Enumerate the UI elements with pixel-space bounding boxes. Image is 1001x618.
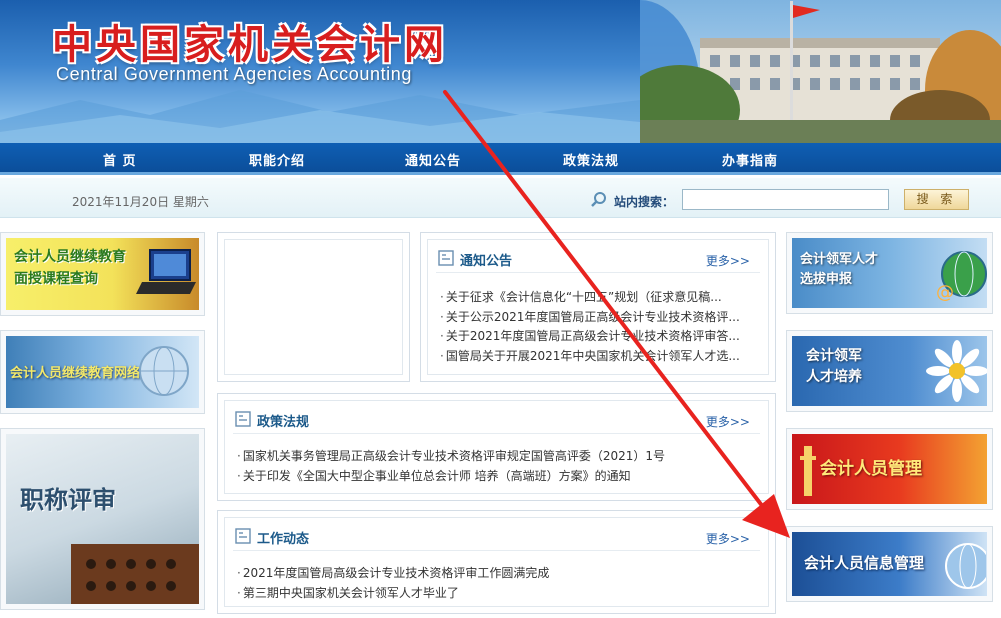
list-item[interactable]: 第三期中央国家机关会计领军人才毕业了 [237, 584, 767, 604]
more-link[interactable]: 更多>> [706, 413, 750, 430]
nav-guide[interactable]: 办事指南 [722, 150, 778, 169]
search-icon [591, 192, 606, 207]
policy-icon [235, 411, 251, 427]
panel-title: 工作动态 [257, 532, 310, 547]
nav-functions[interactable]: 职能介绍 [249, 150, 305, 169]
nav-policies[interactable]: 政策法规 [563, 150, 619, 169]
banner-text: 会计人员继续教育 面授课程查询 [14, 249, 126, 287]
banner-accountant-info-management[interactable]: 会计人员信息管理 [786, 526, 993, 602]
list-item[interactable]: 关于印发《全国大中型企事业单位总会计师 培养（高端班）方案》的通知 [237, 467, 767, 487]
panel-policies: 政策法规 更多>> 国家机关事务管理局正高级会计专业技术资格评审规定国管高评委（… [217, 393, 776, 501]
search-label: 站内搜索： [614, 195, 675, 209]
government-building-image [640, 0, 1001, 143]
list-item[interactable]: 2021年度国管局高级会计专业技术资格评审工作圆满完成 [237, 564, 767, 584]
list-item[interactable]: 关于2021年度国管局正高级会计专业技术资格评审答... [440, 327, 760, 347]
globe-icon [139, 346, 189, 396]
nav-notices[interactable]: 通知公告 [405, 150, 461, 169]
panel-work-news: 工作动态 更多>> 2021年度国管局高级会计专业技术资格评审工作圆满完成 第三… [217, 510, 776, 614]
banner-text: 会计人员信息管理 [804, 554, 925, 572]
globe-icon [945, 543, 986, 589]
search-button[interactable]: 搜 索 [904, 189, 969, 210]
panel-notices: 通知公告 更多>> 关于征求《会计信息化“十四五”规划（征求意见稿... 关于公… [420, 232, 776, 382]
banner-title-evaluation[interactable]: 职称评审 [0, 428, 205, 610]
list-item[interactable]: 国管局关于开展2021年中央国家机关会计领军人才选... [440, 347, 760, 367]
banner-leading-talent-application[interactable]: 会计领军人才 选拔申报 @ [786, 232, 993, 314]
nav-home[interactable]: 首 页 [103, 150, 137, 169]
abacus-icon [71, 544, 199, 604]
image-placeholder [217, 232, 410, 382]
work-news-icon [235, 528, 251, 544]
banner-text: 职称评审 [20, 486, 116, 514]
svg-text:@: @ [936, 282, 954, 302]
more-link[interactable]: 更多>> [706, 530, 750, 547]
current-date: 2021年11月20日 星期六 [72, 195, 209, 209]
search-input[interactable] [682, 189, 889, 210]
work-list: 2021年度国管局高级会计专业技术资格评审工作圆满完成 第三期中央国家机关会计领… [237, 564, 767, 603]
banner-leading-talent-training[interactable]: 会计领军 人才培养 [786, 330, 993, 412]
banner-text: 会计领军人才 选拔申报 [800, 252, 879, 287]
banner-continuing-education-online[interactable]: 会计人员继续教育网络培训 [0, 330, 205, 414]
site-title-cn: 中央国家机关会计网 [52, 21, 448, 68]
banner-continuing-education-query[interactable]: 会计人员继续教育 面授课程查询 [0, 232, 205, 316]
policy-list: 国家机关事务管理局正高级会计专业技术资格评审规定国管高评委（2021）1号 关于… [237, 447, 767, 486]
toolbar: 2021年11月20日 星期六 站内搜索： 搜 索 [0, 178, 1001, 218]
banner-text: 会计领军 人才培养 [806, 348, 862, 385]
more-link[interactable]: 更多>> [706, 252, 750, 269]
site-header: 中央国家机关会计网 Central Government Agencies Ac… [0, 0, 1001, 143]
site-title-en: Central Government Agencies Accounting [56, 64, 412, 84]
daisy-icon [926, 340, 987, 402]
laptop-icon [136, 249, 196, 294]
list-item[interactable]: 国家机关事务管理局正高级会计专业技术资格评审规定国管高评委（2021）1号 [237, 447, 767, 467]
panel-title: 通知公告 [460, 254, 513, 269]
pillar-icon [800, 446, 816, 496]
notice-icon [438, 250, 454, 266]
banner-text: 会计人员管理 [820, 459, 922, 479]
panel-title: 政策法规 [257, 415, 310, 430]
list-item[interactable]: 关于征求《会计信息化“十四五”规划（征求意见稿... [440, 288, 760, 308]
globe-icon: @ [936, 251, 987, 302]
banner-accountant-management[interactable]: 会计人员管理 [786, 428, 993, 510]
main-nav: 首 页 职能介绍 通知公告 政策法规 办事指南 [0, 143, 1001, 175]
notice-list: 关于征求《会计信息化“十四五”规划（征求意见稿... 关于公示2021年度国管局… [440, 288, 760, 366]
list-item[interactable]: 关于公示2021年度国管局正高级会计专业技术资格评... [440, 308, 760, 328]
